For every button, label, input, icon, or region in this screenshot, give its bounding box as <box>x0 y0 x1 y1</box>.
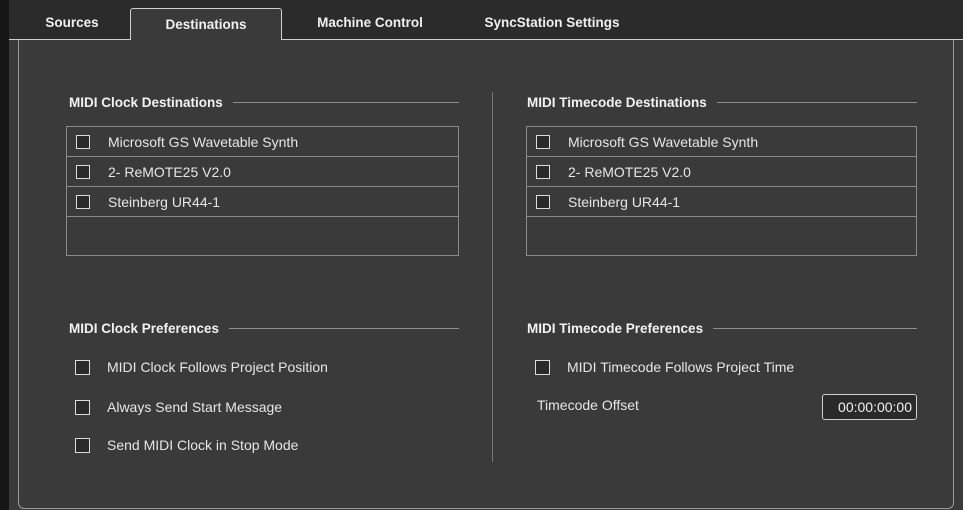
option-label: Send MIDI Clock in Stop Mode <box>107 437 299 453</box>
midi-timecode-preferences-header: MIDI Timecode Preferences <box>527 318 917 338</box>
option-label: MIDI Timecode Follows Project Time <box>567 359 795 375</box>
option-label: Always Send Start Message <box>107 399 283 415</box>
tab-syncstation-settings[interactable]: SyncStation Settings <box>460 8 644 36</box>
list-item-label: 2- ReMOTE25 V2.0 <box>108 163 231 180</box>
list-empty-row <box>527 217 916 250</box>
checkbox[interactable] <box>76 194 90 209</box>
checkbox[interactable] <box>75 399 90 415</box>
midi-timecode-destinations-title: MIDI Timecode Destinations <box>527 94 707 110</box>
midi-clock-destinations-title: MIDI Clock Destinations <box>69 94 223 110</box>
list-item[interactable]: Steinberg UR44-1 <box>527 187 916 217</box>
list-item[interactable]: Microsoft GS Wavetable Synth <box>527 127 916 157</box>
tab-destinations[interactable]: Destinations <box>130 8 282 40</box>
list-empty-row <box>67 217 458 250</box>
column-divider <box>492 92 493 462</box>
always-send-start-option[interactable]: Always Send Start Message <box>75 397 282 417</box>
list-item-label: Microsoft GS Wavetable Synth <box>568 133 759 150</box>
list-item[interactable]: Microsoft GS Wavetable Synth <box>67 127 458 157</box>
checkbox[interactable] <box>536 194 550 209</box>
checkbox[interactable] <box>536 164 550 179</box>
midi-timecode-destinations-header: MIDI Timecode Destinations <box>527 92 917 112</box>
midi-clock-preferences-title: MIDI Clock Preferences <box>69 320 220 336</box>
tab-sources[interactable]: Sources <box>23 8 121 36</box>
header-rule <box>232 101 459 103</box>
midi-clock-preferences-header: MIDI Clock Preferences <box>69 318 459 338</box>
checkbox[interactable] <box>75 437 90 453</box>
timecode-offset-label: Timecode Offset <box>537 397 639 413</box>
list-item-label: Steinberg UR44-1 <box>108 193 221 210</box>
list-item-label: Microsoft GS Wavetable Synth <box>108 133 299 150</box>
option-label: MIDI Clock Follows Project Position <box>107 359 328 375</box>
header-rule <box>716 101 917 103</box>
header-rule <box>229 327 459 329</box>
window-left-edge <box>0 0 9 510</box>
timecode-offset-field[interactable]: 00:00:00:00 <box>822 394 917 420</box>
send-clock-stop-mode-option[interactable]: Send MIDI Clock in Stop Mode <box>75 435 298 455</box>
midi-timecode-preferences-title: MIDI Timecode Preferences <box>527 320 704 336</box>
checkbox[interactable] <box>536 134 550 149</box>
header-rule <box>713 327 917 329</box>
list-item-label: Steinberg UR44-1 <box>568 193 681 210</box>
tab-machine-control[interactable]: Machine Control <box>290 8 450 36</box>
list-item-label: 2- ReMOTE25 V2.0 <box>568 163 691 180</box>
list-item[interactable]: 2- ReMOTE25 V2.0 <box>67 157 458 187</box>
midi-timecode-destinations-list: Microsoft GS Wavetable Synth 2- ReMOTE25… <box>526 126 917 256</box>
checkbox[interactable] <box>75 359 90 375</box>
checkbox[interactable] <box>535 359 550 375</box>
midi-clock-destinations-list: Microsoft GS Wavetable Synth 2- ReMOTE25… <box>66 126 459 256</box>
midi-clock-destinations-header: MIDI Clock Destinations <box>69 92 459 112</box>
list-item[interactable]: Steinberg UR44-1 <box>67 187 458 217</box>
timecode-follows-time-option[interactable]: MIDI Timecode Follows Project Time <box>535 357 794 377</box>
checkbox[interactable] <box>76 134 90 149</box>
checkbox[interactable] <box>76 164 90 179</box>
list-item[interactable]: 2- ReMOTE25 V2.0 <box>527 157 916 187</box>
clock-follows-position-option[interactable]: MIDI Clock Follows Project Position <box>75 357 328 377</box>
